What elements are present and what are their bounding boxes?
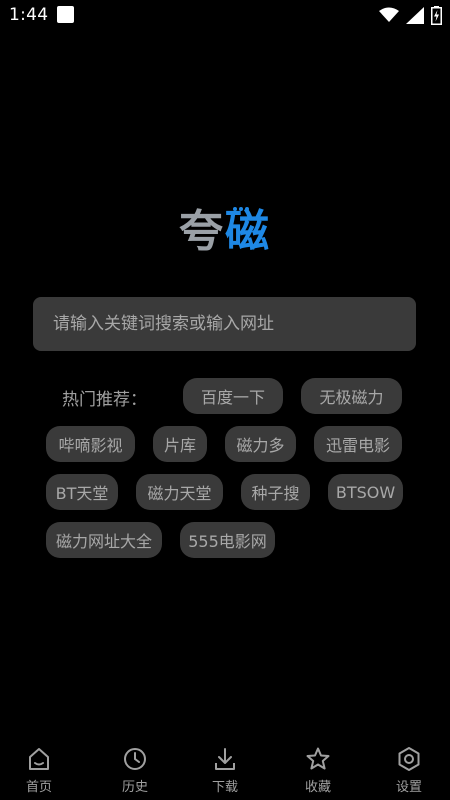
nav-item-history[interactable]: 历史	[90, 740, 180, 800]
logo-dots-icon	[233, 207, 249, 211]
home-icon	[29, 748, 49, 770]
hot-chip[interactable]: 磁力多	[225, 426, 296, 462]
hot-label: 热门推荐：	[62, 390, 147, 410]
hot-chip[interactable]: BTSOW	[328, 474, 403, 510]
logo-part-1: 夸	[179, 206, 225, 257]
signal-icon	[406, 6, 424, 24]
hot-chip[interactable]: 百度一下	[183, 378, 283, 414]
status-time: 1:44	[9, 5, 49, 25]
search-input[interactable]	[53, 314, 416, 334]
app-logo: 夸磁	[0, 204, 450, 260]
hot-chip[interactable]: 种子搜	[241, 474, 310, 510]
nav-item-download[interactable]: 下载	[180, 740, 270, 800]
hot-chip[interactable]: 迅雷电影	[314, 426, 402, 462]
nav-label: 下载	[211, 780, 238, 795]
hot-chip[interactable]: BT天堂	[46, 474, 118, 510]
hot-chip[interactable]: 哔嘀影视	[46, 426, 135, 462]
nav-label: 设置	[395, 780, 422, 795]
hot-chip[interactable]: 磁力天堂	[136, 474, 223, 510]
gear-icon	[398, 747, 420, 771]
hot-chip[interactable]: 无极磁力	[301, 378, 402, 414]
hot-chip[interactable]: 片库	[153, 426, 207, 462]
nav-item-favorites[interactable]: 收藏	[273, 740, 363, 800]
clock-icon	[124, 748, 146, 770]
nav-item-settings[interactable]: 设置	[364, 740, 450, 800]
hot-chip[interactable]: 555电影网	[180, 522, 275, 558]
bottom-nav: 首页 历史 下载 收藏 设置	[0, 740, 450, 800]
nav-label: 收藏	[304, 780, 331, 795]
battery-icon	[431, 5, 442, 25]
nav-item-home[interactable]: 首页	[0, 740, 84, 800]
notification-icon	[57, 6, 74, 23]
status-icons	[379, 5, 442, 25]
star-icon	[306, 747, 330, 770]
download-icon	[215, 748, 235, 770]
status-bar: 1:44	[0, 0, 450, 30]
search-box[interactable]	[33, 297, 416, 351]
wifi-icon	[379, 7, 399, 22]
nav-label: 首页	[25, 780, 52, 795]
hot-chip[interactable]: 磁力网址大全	[46, 522, 162, 558]
nav-label: 历史	[121, 780, 148, 795]
